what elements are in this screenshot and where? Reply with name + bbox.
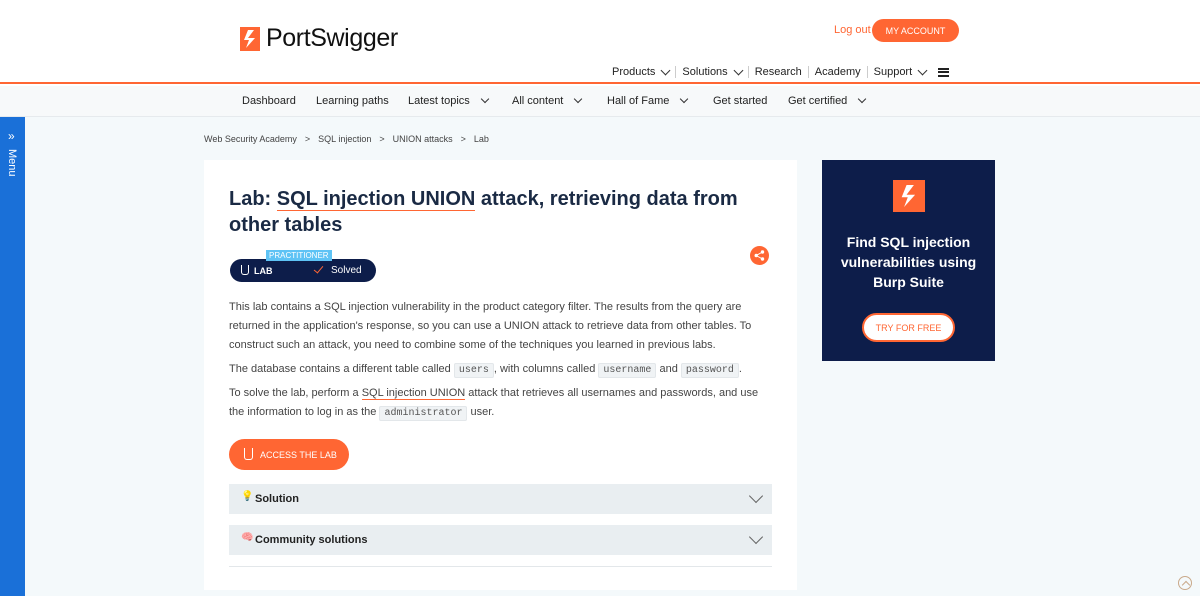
flask-icon [241, 265, 249, 275]
nav-products[interactable]: Products [612, 65, 677, 78]
subnav-latest-topics[interactable]: Latest topics [408, 94, 490, 107]
side-menu-label: Menu [6, 149, 18, 177]
page-title: Lab: SQL injection UNION attack, retriev… [229, 188, 738, 236]
breadcrumb-separator: > [304, 134, 311, 144]
chevron-down-icon [574, 94, 583, 104]
nav-support[interactable]: Support [868, 65, 933, 78]
portswigger-logo[interactable]: PortSwigger [240, 24, 398, 53]
divider [229, 566, 772, 567]
title-topic-link[interactable]: SQL injection UNION [276, 188, 476, 211]
chevron-down-icon [917, 65, 928, 75]
lightbulb-icon: 💡 [241, 491, 254, 502]
subnav-get-certified[interactable]: Get certified [788, 94, 867, 107]
subnav-get-started[interactable]: Get started [713, 95, 767, 107]
lab-table-info: The database contains a different table … [229, 363, 742, 378]
top-navigation: Products Solutions Research Academy Supp… [612, 65, 950, 78]
logout-link[interactable]: Log out [834, 24, 871, 36]
side-menu-toggle[interactable]: » Menu [0, 117, 25, 596]
code-users: users [453, 363, 494, 378]
subnav-all-content[interactable]: All content [512, 94, 583, 107]
breadcrumb-separator: > [379, 134, 385, 144]
try-for-free-button[interactable]: TRY FOR FREE [862, 313, 955, 342]
access-lab-button[interactable]: ACCESS THE LAB [229, 439, 349, 470]
academy-subnav: Dashboard Learning paths Latest topics A… [0, 86, 1200, 117]
breadcrumb-lab[interactable]: Lab [474, 134, 489, 144]
site-header: PortSwigger Log out MY ACCOUNT Products … [0, 0, 1200, 84]
lab-status-badge: LAB Solved [230, 259, 376, 282]
subnav-hall-of-fame[interactable]: Hall of Fame [607, 94, 689, 107]
chevron-down-icon [733, 65, 744, 75]
chevron-down-icon [660, 65, 671, 75]
chevron-down-icon [748, 529, 764, 545]
chevron-down-icon [748, 488, 764, 504]
subnav-dashboard[interactable]: Dashboard [242, 95, 296, 107]
nav-research[interactable]: Research [749, 66, 809, 78]
burp-suite-promo: Find SQL injection vulnerabilities using… [822, 160, 995, 361]
hamburger-menu-icon[interactable] [938, 67, 950, 77]
lightning-icon [893, 180, 925, 212]
checkmark-icon [313, 263, 324, 274]
promo-heading: Find SQL injection vulnerabilities using… [840, 234, 977, 290]
solution-accordion[interactable]: 💡 Solution [229, 484, 772, 514]
community-solutions-accordion[interactable]: 🧠 Community solutions [229, 525, 772, 555]
chevron-down-icon [480, 94, 490, 104]
sql-injection-union-link[interactable]: SQL injection UNION [361, 387, 466, 400]
difficulty-badge: PRACTITIONER [266, 250, 332, 261]
chevron-down-icon [858, 94, 867, 104]
breadcrumb-academy[interactable]: Web Security Academy [204, 134, 297, 144]
community-icon: 🧠 [241, 532, 254, 543]
lab-description: This lab contains a SQL injection vulner… [229, 301, 752, 351]
breadcrumb-sql-injection[interactable]: SQL injection [318, 134, 371, 144]
my-account-button[interactable]: MY ACCOUNT [872, 19, 959, 42]
lab-goal: To solve the lab, perform a SQL injectio… [229, 387, 759, 421]
lab-status-label: Solved [331, 265, 362, 276]
breadcrumb-union-attacks[interactable]: UNION attacks [393, 134, 453, 144]
nav-solutions[interactable]: Solutions [676, 65, 749, 78]
flask-icon [244, 448, 253, 460]
subnav-learning-paths[interactable]: Learning paths [316, 95, 389, 107]
breadcrumb-separator: > [460, 134, 466, 144]
share-icon[interactable] [750, 246, 769, 265]
breadcrumb: Web Security Academy > SQL injection > U… [204, 134, 497, 144]
nav-academy[interactable]: Academy [809, 66, 868, 78]
scroll-to-top-icon[interactable] [1178, 576, 1192, 590]
chevron-down-icon [680, 94, 689, 104]
lightning-icon [240, 26, 260, 51]
code-administrator: administrator [379, 406, 468, 421]
lab-type-label: LAB [254, 265, 273, 276]
lab-card: Lab: SQL injection UNION attack, retriev… [204, 160, 797, 590]
code-username: username [598, 363, 657, 378]
double-chevron-right-icon: » [8, 129, 15, 143]
logo-text: PortSwigger [266, 24, 398, 52]
code-password: password [680, 363, 739, 378]
